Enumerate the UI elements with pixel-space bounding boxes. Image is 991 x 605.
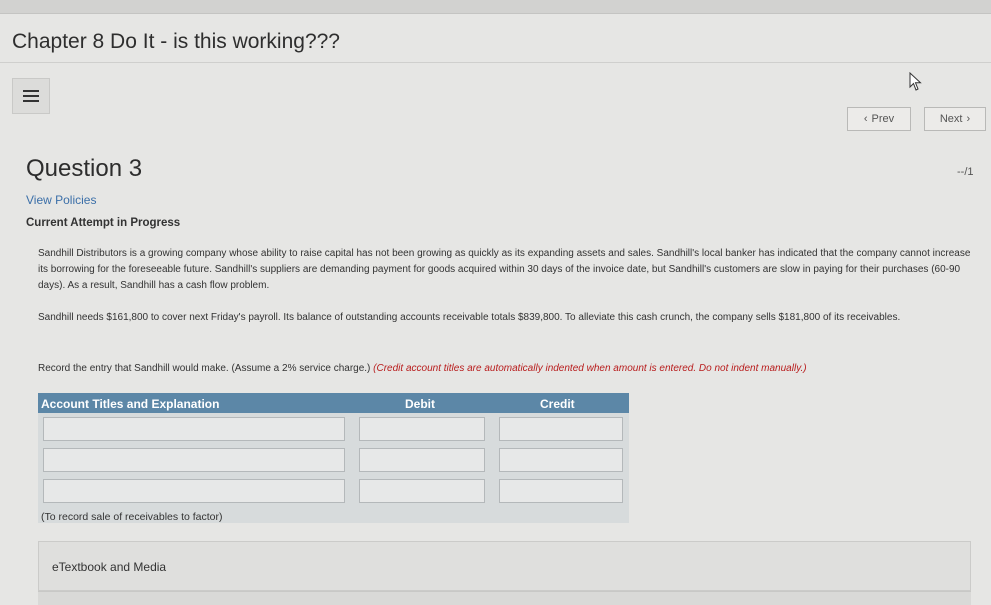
question-paragraph-2: Sandhill needs $161,800 to cover next Fr…: [38, 312, 901, 323]
title-divider: [0, 62, 991, 63]
account-title-input-3[interactable]: [43, 479, 345, 503]
etextbook-media-panel[interactable]: eTextbook and Media: [38, 541, 971, 591]
chevron-left-icon: ‹: [863, 113, 868, 125]
debit-input-3[interactable]: [359, 479, 485, 503]
credit-input-1[interactable]: [499, 417, 623, 441]
next-button-label: Next: [939, 113, 963, 125]
question-prompt: Record the entry that Sandhill would mak…: [38, 361, 978, 377]
menu-button[interactable]: [12, 78, 50, 114]
account-title-input-2[interactable]: [43, 448, 345, 472]
debit-input-1[interactable]: [359, 417, 485, 441]
next-resource-panel[interactable]: [38, 591, 971, 605]
hamburger-menu-icon: [23, 87, 39, 105]
indent-instruction: (Credit account titles are automatically…: [373, 363, 807, 374]
etextbook-media-label: eTextbook and Media: [52, 560, 167, 574]
header-account-titles: Account Titles and Explanation: [41, 397, 220, 411]
journal-explanation: (To record sale of receivables to factor…: [41, 511, 223, 523]
journal-entry-table: Account Titles and Explanation Debit Cre…: [38, 393, 629, 523]
header-credit: Credit: [540, 397, 575, 411]
account-title-input-1[interactable]: [43, 417, 345, 441]
page-title: Chapter 8 Do It - is this working???: [12, 30, 340, 53]
view-policies-link[interactable]: View Policies: [26, 193, 96, 207]
question-paragraph-1: Sandhill Distributors is a growing compa…: [38, 248, 971, 291]
chevron-right-icon: ›: [966, 113, 971, 125]
credit-input-3[interactable]: [499, 479, 623, 503]
mouse-cursor-icon: [909, 72, 922, 91]
prev-button-label: Prev: [871, 113, 895, 125]
question-title: Question 3: [26, 155, 143, 182]
credit-input-2[interactable]: [499, 448, 623, 472]
question-score: --/1: [957, 166, 974, 178]
question-prompt-text: Record the entry that Sandhill would mak…: [38, 363, 371, 374]
next-button[interactable]: Next ›: [924, 107, 986, 131]
header-debit: Debit: [405, 397, 435, 411]
debit-input-2[interactable]: [359, 448, 485, 472]
prev-button[interactable]: ‹ Prev: [847, 107, 911, 131]
journal-header-row: Account Titles and Explanation Debit Cre…: [38, 393, 629, 413]
attempt-status: Current Attempt in Progress: [26, 217, 181, 229]
browser-tab-strip: [0, 0, 991, 14]
